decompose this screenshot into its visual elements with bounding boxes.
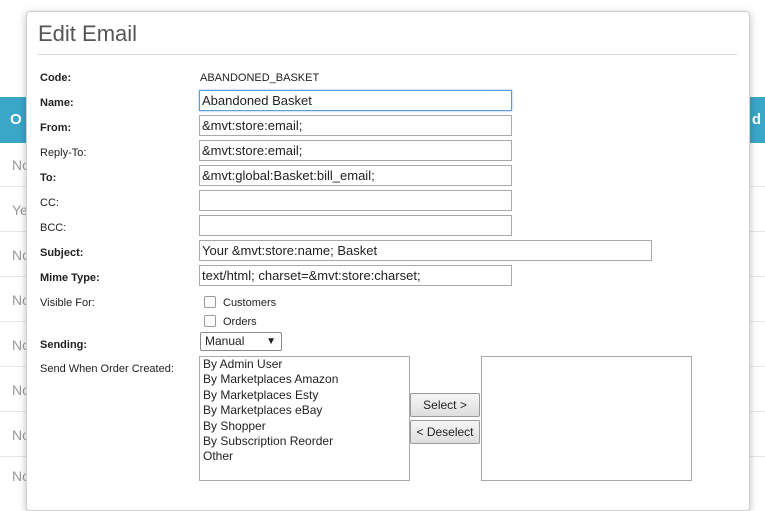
send-when-label: Send When Order Created:: [40, 363, 174, 375]
title-divider: [38, 54, 737, 55]
to-input[interactable]: &mvt:global:Basket:bill_email;: [199, 165, 512, 186]
from-label: From:: [40, 122, 72, 134]
dialog-title: Edit Email: [38, 21, 138, 46]
reply-to-label: Reply-To:: [40, 147, 87, 159]
orders-checkbox-label: Orders: [223, 316, 257, 328]
list-item[interactable]: By Admin User: [200, 357, 409, 372]
customers-checkbox[interactable]: [204, 296, 216, 308]
code-label: Code:: [40, 72, 72, 84]
subject-input[interactable]: Your &mvt:store:name; Basket: [199, 240, 652, 261]
visible-for-label: Visible For:: [40, 297, 95, 309]
list-item[interactable]: By Shopper: [200, 419, 409, 434]
orders-checkbox[interactable]: [204, 315, 216, 327]
edit-email-dialog: Edit Email Code: ABANDONED_BASKET Name: …: [26, 11, 750, 511]
bcc-input[interactable]: [199, 215, 512, 236]
name-input[interactable]: Abandoned Basket: [199, 90, 512, 111]
sending-label: Sending:: [40, 339, 88, 351]
available-sources-listbox[interactable]: By Admin User By Marketplaces Amazon By …: [199, 356, 410, 481]
subject-label: Subject:: [40, 247, 84, 259]
list-item[interactable]: Other: [200, 449, 409, 464]
list-item[interactable]: By Subscription Reorder: [200, 434, 409, 449]
background-header-right: d: [751, 111, 761, 128]
cc-label: CC:: [40, 197, 59, 209]
from-input[interactable]: &mvt:store:email;: [199, 115, 512, 136]
to-label: To:: [40, 172, 57, 184]
customers-checkbox-label: Customers: [223, 297, 277, 309]
sending-select-value: Manual: [205, 334, 245, 348]
selected-sources-listbox[interactable]: [481, 356, 692, 481]
name-label: Name:: [40, 97, 74, 109]
mime-type-input[interactable]: text/html; charset=&mvt:store:charset;: [199, 265, 512, 286]
mime-type-label: Mime Type:: [40, 272, 100, 284]
select-button[interactable]: Select >: [410, 393, 480, 417]
background-header-left: O: [10, 111, 22, 128]
bcc-label: BCC:: [40, 222, 67, 234]
deselect-button[interactable]: < Deselect: [410, 420, 480, 444]
sending-select[interactable]: Manual ▼: [200, 332, 282, 351]
code-value: ABANDONED_BASKET: [200, 72, 320, 84]
list-item[interactable]: By Marketplaces Esty: [200, 388, 409, 403]
list-item[interactable]: By Marketplaces Amazon: [200, 372, 409, 387]
reply-to-input[interactable]: &mvt:store:email;: [199, 140, 512, 161]
list-item[interactable]: By Marketplaces eBay: [200, 403, 409, 418]
cc-input[interactable]: [199, 190, 512, 211]
chevron-down-icon: ▼: [266, 336, 276, 347]
